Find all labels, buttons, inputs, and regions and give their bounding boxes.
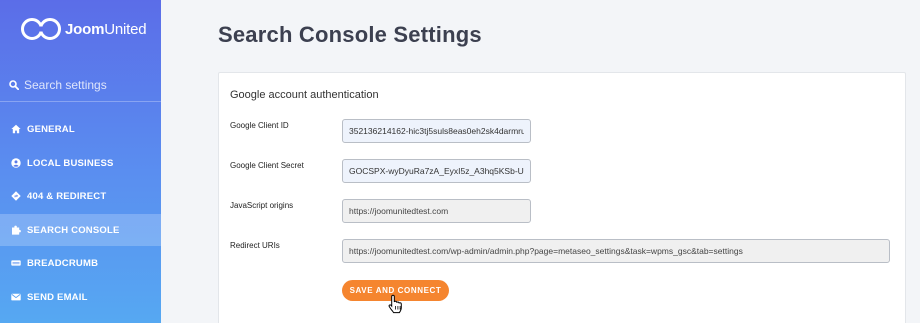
hand-pointer-cursor-icon [388,294,402,314]
joomunited-logo-icon [21,18,61,40]
user-circle-icon [11,158,21,168]
sidebar-item-send-email[interactable]: SEND EMAIL [0,281,161,313]
sidebar-item-label: GENERAL [27,123,75,135]
home-icon [11,124,21,134]
client-id-label: Google Client ID [230,121,289,130]
settings-card: Google account authentication Google Cli… [218,72,906,323]
redirect-uris-field[interactable] [342,239,890,263]
sidebar-item-search-console[interactable]: SEARCH CONSOLE [0,214,161,246]
sidebar-item-label: SEND EMAIL [27,291,88,303]
sidebar: JoomUnited GENERAL LOCAL BUSINESS 404 & … [0,0,161,323]
sidebar-search[interactable] [9,76,154,94]
sidebar-item-local-business[interactable]: LOCAL BUSINESS [0,147,161,179]
client-secret-field[interactable] [342,159,531,183]
puzzle-icon [12,225,21,235]
js-origins-label: JavaScript origins [230,201,294,210]
brand-logo[interactable]: JoomUnited [20,14,147,44]
client-secret-label: Google Client Secret [230,161,304,170]
js-origins-field[interactable] [342,199,531,223]
client-id-field[interactable] [342,119,531,143]
sidebar-item-label: LOCAL BUSINESS [27,157,114,169]
envelope-icon [11,293,21,301]
search-settings-input[interactable] [24,78,154,92]
redirect-uris-label: Redirect URIs [230,241,280,250]
search-icon [9,80,19,90]
search-divider [0,101,161,102]
sidebar-item-404-redirect[interactable]: 404 & REDIRECT [0,180,161,212]
page-title: Search Console Settings [218,22,482,47]
brand-name: JoomUnited [65,20,147,38]
breadcrumb-bar-icon [11,260,21,266]
sidebar-item-label: SEARCH CONSOLE [27,224,120,236]
sidebar-item-label: 404 & REDIRECT [27,190,107,202]
sidebar-item-general[interactable]: GENERAL [0,113,161,145]
sidebar-item-breadcrumb[interactable]: BREADCRUMB [0,247,161,279]
sidebar-item-label: BREADCRUMB [27,257,99,269]
diamond-direction-icon [11,191,21,201]
section-title: Google account authentication [230,89,379,101]
